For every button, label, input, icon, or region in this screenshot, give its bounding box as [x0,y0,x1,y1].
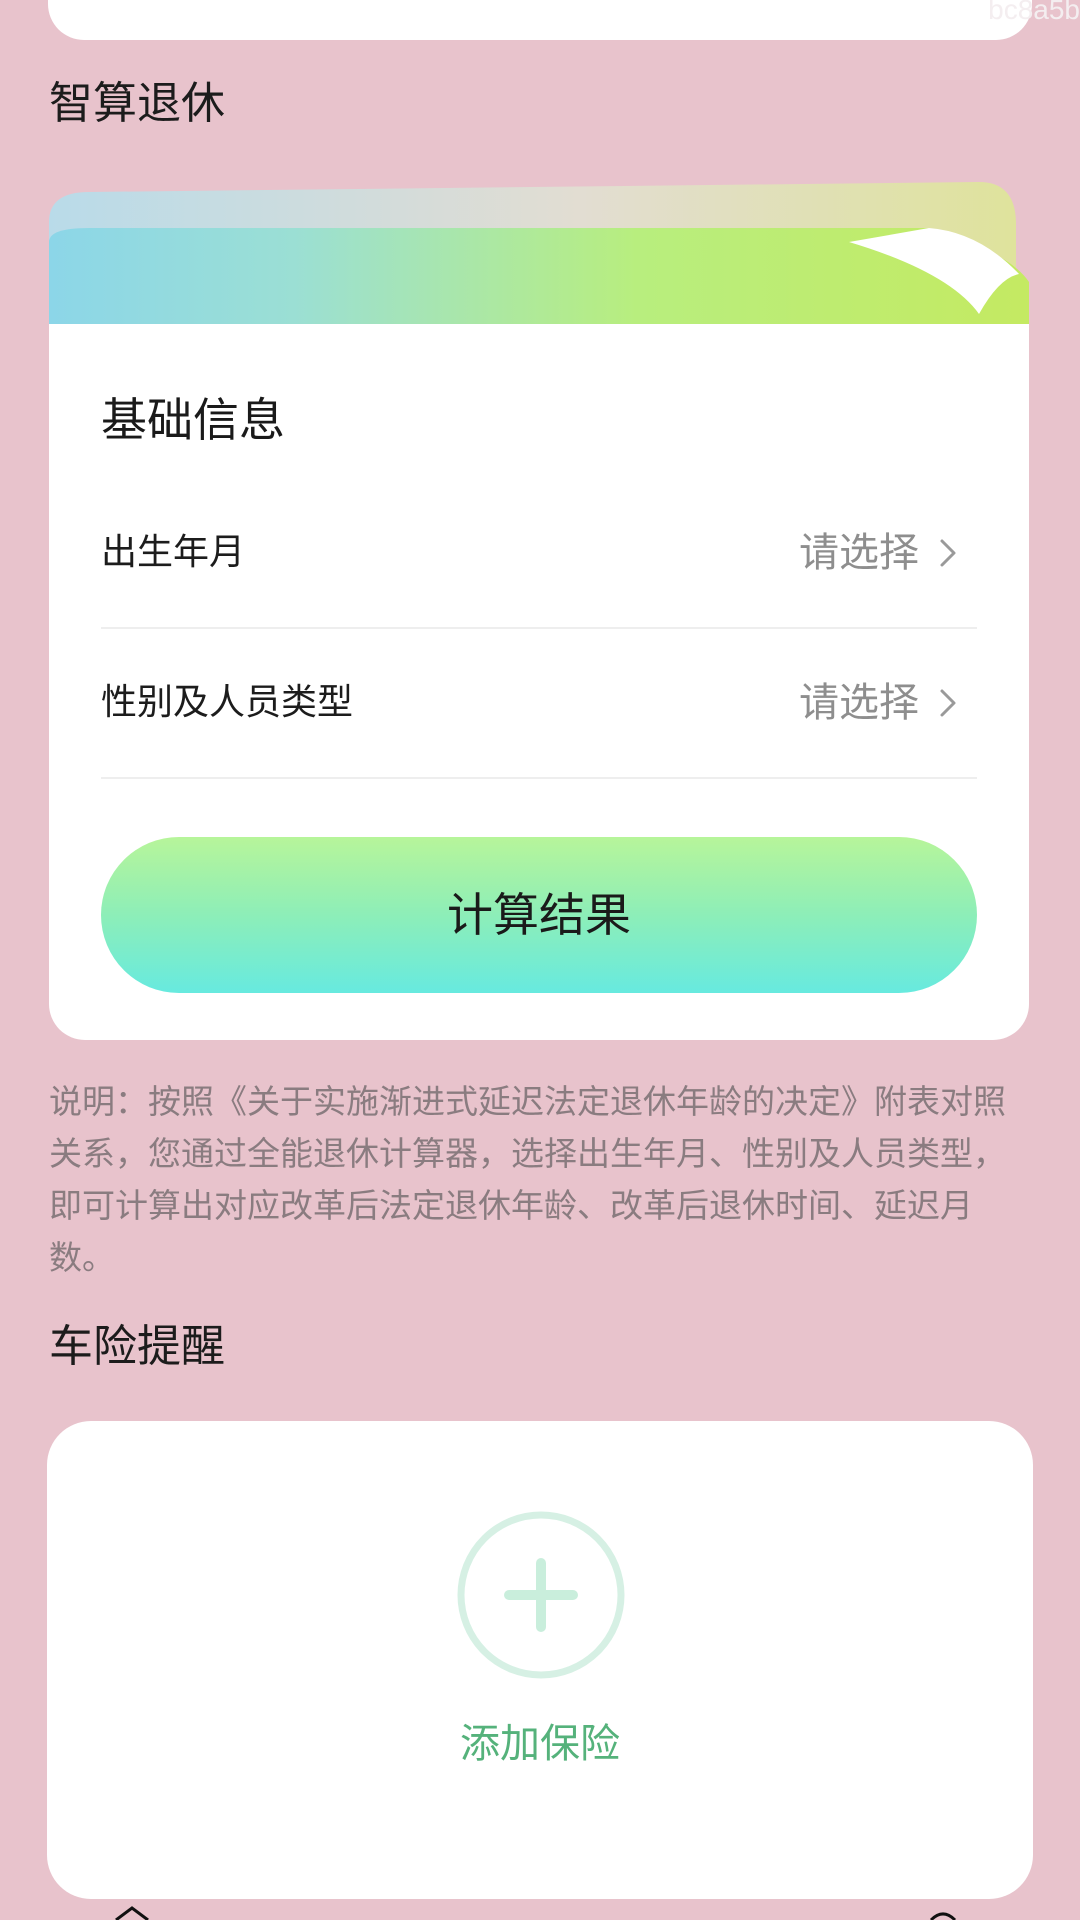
bottom-nav [0,1900,1080,1920]
gender-type-row[interactable]: 性别及人员类型 请选择 [101,629,977,779]
banner-decoration [49,182,1029,332]
retire-section-title: 智算退休 [49,78,225,129]
profile-icon[interactable] [928,1908,958,1920]
add-insurance-button[interactable]: 添加保险 [47,1711,1033,1769]
insurance-card: 添加保险 [47,1421,1033,1899]
gender-type-label: 性别及人员类型 [101,682,354,723]
birth-date-label: 出生年月 [101,532,246,573]
insurance-section-title: 车险提醒 [49,1321,225,1372]
watermark-text: bc8a5b [988,0,1080,25]
home-icon[interactable] [112,1906,152,1920]
calculate-button[interactable]: 计算结果 [101,837,977,993]
previous-card [48,0,1032,40]
birth-date-value: 请选择 [799,530,919,576]
plus-circle-icon[interactable] [457,1511,625,1679]
birth-date-row[interactable]: 出生年月 请选择 [101,479,977,629]
chevron-right-icon [940,539,956,567]
retire-note: 说明：按照《关于实施渐进式延迟法定退休年龄的决定》附表对照关系，您通过全能退休计… [49,1082,1006,1277]
chevron-right-icon [940,689,956,717]
gender-type-value: 请选择 [799,680,919,726]
basic-info-title: 基础信息 [101,393,285,447]
